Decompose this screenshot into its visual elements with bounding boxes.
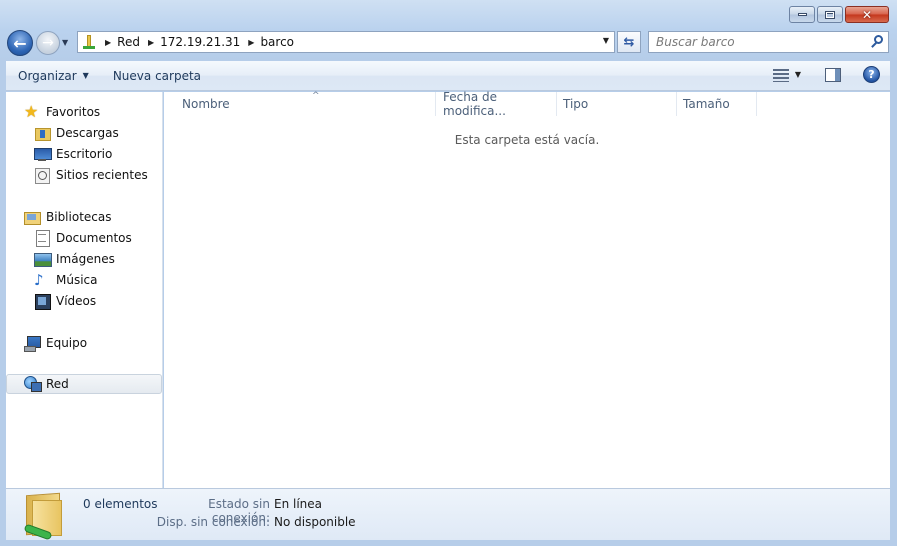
column-header-label: Nombre (182, 97, 230, 111)
breadcrumb-separator-icon[interactable]: ▶ (248, 38, 254, 47)
column-header-tipo[interactable]: Tipo (557, 92, 677, 116)
network-icon (24, 376, 42, 392)
back-arrow-icon: ← (13, 33, 27, 53)
navigation-pane: ★ Favoritos Descargas Escritorio Sitios … (6, 92, 163, 488)
sidebar-item-descargas[interactable]: Descargas (6, 123, 162, 143)
sidebar-item-bibliotecas[interactable]: Bibliotecas (6, 207, 162, 227)
back-button[interactable]: ← (7, 30, 33, 56)
sidebar-item-red[interactable]: Red (6, 374, 162, 394)
column-header-tamano[interactable]: Tamaño (677, 92, 757, 116)
sidebar-item-musica[interactable]: ♪ Música (6, 270, 162, 290)
explorer-window: ✕ ← → ▼ ▶ Red ▶ 172.19.21.31 ▶ barco ▼ ⇆… (0, 0, 897, 546)
libraries-icon (24, 209, 41, 225)
column-header-label: Tipo (563, 97, 589, 111)
sidebar-item-label: Sitios recientes (56, 168, 148, 182)
search-input[interactable]: Buscar barco (656, 35, 868, 49)
breadcrumb-barco[interactable]: barco (260, 35, 294, 49)
address-history-dropdown[interactable]: ▼ (603, 36, 609, 45)
offline-availability-value: No disponible (274, 515, 356, 529)
column-header-label: Fecha de modifica... (443, 90, 506, 118)
network-share-icon (81, 34, 97, 50)
minimize-icon (797, 13, 807, 16)
sidebar-item-label: Favoritos (46, 105, 101, 119)
sidebar-item-favoritos[interactable]: ★ Favoritos (6, 102, 162, 122)
chevron-down-icon: ▼ (82, 71, 89, 80)
preview-pane-icon[interactable] (825, 67, 841, 82)
computer-icon (24, 335, 41, 352)
new-folder-button[interactable]: Nueva carpeta (101, 69, 213, 83)
command-bar: Organizar ▼ Nueva carpeta ▼ ? (6, 61, 890, 91)
breadcrumb-red[interactable]: Red (117, 35, 140, 49)
documents-icon (34, 230, 50, 247)
sidebar-item-label: Música (56, 273, 98, 287)
forward-button[interactable]: → (36, 31, 60, 55)
downloads-folder-icon (34, 125, 51, 141)
view-options-dropdown[interactable]: ▼ (795, 70, 801, 79)
caption-buttons: ✕ (789, 6, 889, 23)
breadcrumb-separator-icon[interactable]: ▶ (105, 38, 111, 47)
sidebar-item-label: Escritorio (56, 147, 113, 161)
sidebar-item-label: Documentos (56, 231, 132, 245)
sidebar-item-videos[interactable]: Vídeos (6, 291, 162, 311)
new-folder-label: Nueva carpeta (112, 68, 202, 83)
breadcrumb-separator-icon[interactable]: ▶ (148, 38, 154, 47)
column-header-fecha[interactable]: Fecha de modifica... (437, 90, 557, 118)
desktop-icon (34, 146, 52, 162)
sidebar-item-label: Imágenes (56, 252, 115, 266)
sidebar-item-label: Red (46, 377, 69, 391)
music-icon: ♪ (34, 271, 44, 289)
recent-pages-dropdown[interactable]: ▼ (62, 38, 68, 47)
organize-button[interactable]: Organizar ▼ (6, 69, 101, 83)
view-controls: ▼ ? (772, 66, 880, 83)
videos-icon (34, 293, 51, 310)
sidebar-item-equipo[interactable]: Equipo (6, 333, 162, 353)
maximize-button[interactable] (817, 6, 843, 23)
offline-status-value: En línea (274, 497, 323, 511)
refresh-icon: ⇆ (623, 34, 635, 50)
sidebar-item-label: Bibliotecas (46, 210, 112, 224)
offline-availability-label: Disp. sin conexión: (156, 515, 270, 529)
address-bar[interactable]: ▶ Red ▶ 172.19.21.31 ▶ barco ▼ (77, 31, 615, 53)
close-icon: ✕ (861, 7, 873, 22)
close-button[interactable]: ✕ (845, 6, 889, 23)
forward-arrow-icon: → (42, 35, 54, 51)
change-view-icon[interactable] (772, 68, 789, 82)
details-pane: 0 elementos Estado sin conexión: En líne… (6, 488, 890, 541)
pictures-icon (34, 251, 52, 267)
star-icon: ★ (24, 102, 39, 121)
sidebar-item-sitios-recientes[interactable]: Sitios recientes (6, 165, 162, 185)
item-count: 0 elementos (83, 497, 158, 511)
sidebar-item-imagenes[interactable]: Imágenes (6, 249, 162, 269)
sidebar-item-label: Vídeos (56, 294, 97, 308)
sidebar-item-label: Descargas (56, 126, 119, 140)
help-icon[interactable]: ? (863, 66, 880, 83)
column-header-nombre[interactable]: Nombre ^ (176, 91, 436, 116)
sidebar-item-documentos[interactable]: Documentos (6, 228, 162, 248)
empty-folder-message: Esta carpeta está vacía. (454, 133, 600, 147)
recent-places-icon (34, 167, 50, 184)
sidebar-item-label: Equipo (46, 336, 88, 350)
minimize-button[interactable] (789, 6, 815, 23)
sort-ascending-icon: ^ (312, 91, 320, 101)
search-box[interactable]: Buscar barco (648, 31, 889, 53)
breadcrumb-host[interactable]: 172.19.21.31 (160, 35, 240, 49)
maximize-icon (825, 10, 835, 19)
file-list: Nombre ^ Fecha de modifica... Tipo Tamañ… (164, 90, 890, 488)
organize-label: Organizar (18, 68, 77, 83)
sidebar-item-escritorio[interactable]: Escritorio (6, 144, 162, 164)
offline-folder-icon (23, 492, 68, 541)
search-icon[interactable] (868, 32, 888, 52)
column-header-label: Tamaño (683, 97, 730, 111)
refresh-button[interactable]: ⇆ (617, 31, 641, 53)
